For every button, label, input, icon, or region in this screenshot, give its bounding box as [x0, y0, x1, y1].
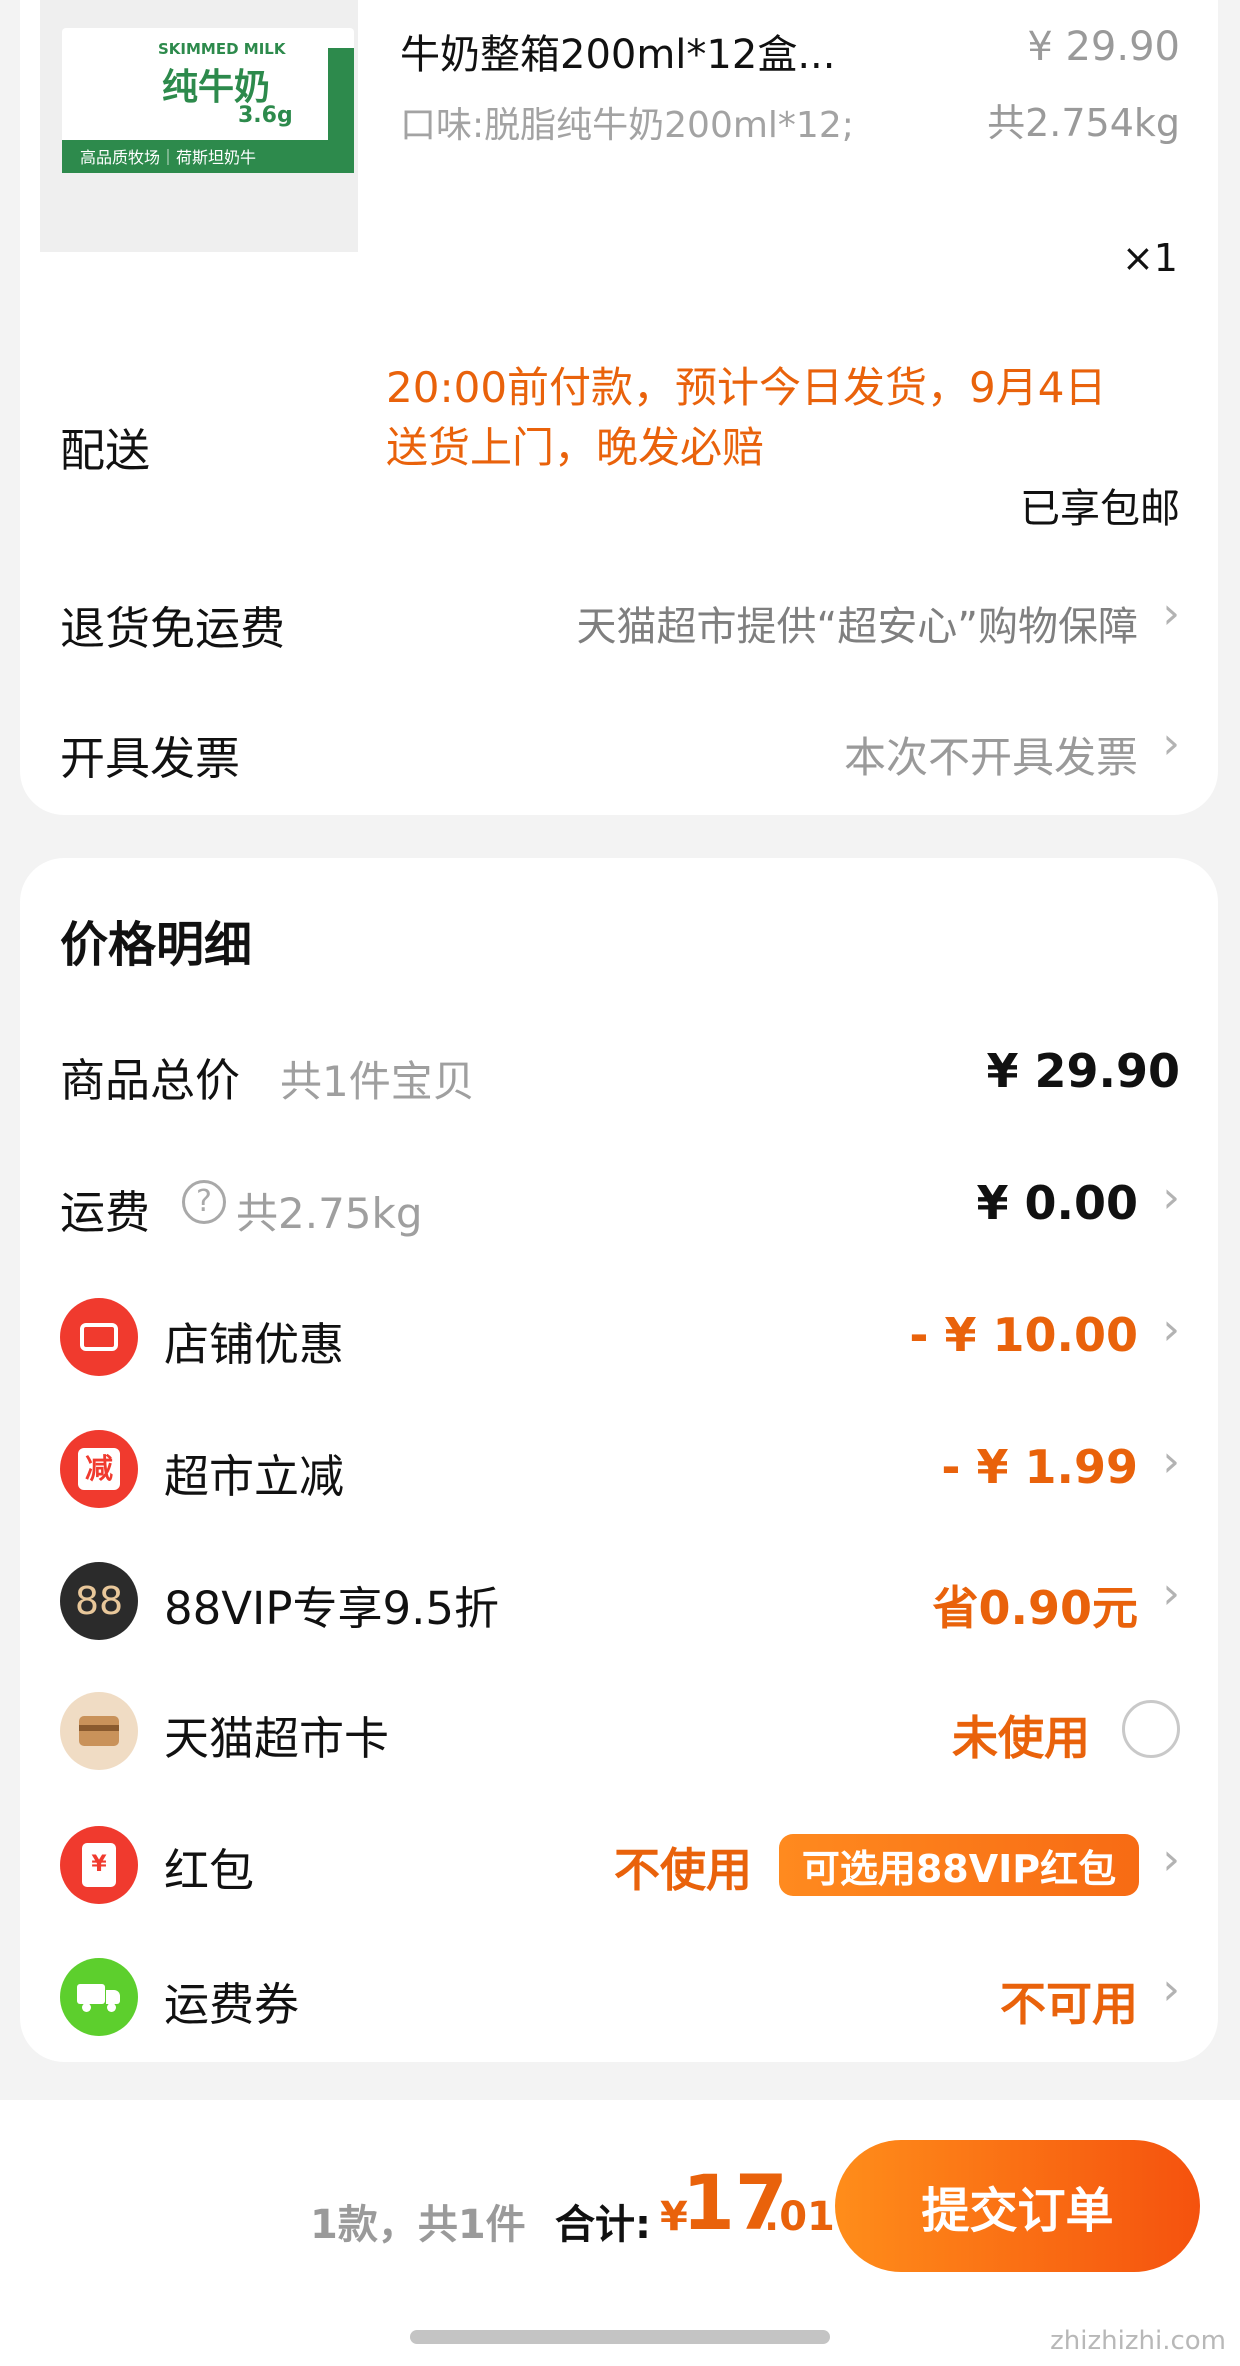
red-packet-icon: ¥: [60, 1826, 138, 1904]
delivery-label: 配送: [60, 424, 151, 477]
market-card-value: 未使用: [952, 1711, 1090, 1765]
freight-coupon-label: 运费券: [164, 1978, 300, 2031]
chevron-right-icon: ›: [1162, 588, 1180, 639]
goods-total-label: 商品总价: [60, 1054, 241, 1107]
chevron-right-icon: ›: [1162, 718, 1180, 769]
coupon-ticket-icon: [60, 1298, 138, 1376]
vip-red-packet-badge[interactable]: 可选用88VIP红包: [779, 1834, 1139, 1896]
invoice-label: 开具发票: [60, 732, 241, 785]
product-weight: 共2.754kg: [987, 101, 1180, 145]
red-packet-value: 不使用: [614, 1843, 752, 1897]
chevron-right-icon: ›: [1162, 1172, 1180, 1223]
goods-total-value: ¥ 29.90: [986, 1044, 1180, 1098]
freight-coupon-value: 不可用: [1000, 1977, 1138, 2031]
milk-box-image: SKIMMED MILK 纯牛奶 3.6g 高品质牧场｜荷斯坦奶牛: [62, 28, 354, 173]
shipping-weight: 共2.75kg: [236, 1189, 423, 1238]
goods-total-count: 共1件宝贝: [280, 1057, 475, 1106]
total-decimal: .01: [764, 2194, 835, 2240]
store-discount-label: 店铺优惠: [164, 1318, 345, 1371]
market-cut-label: 超市立减: [164, 1450, 345, 1503]
product-thumbnail[interactable]: SKIMMED MILK 纯牛奶 3.6g 高品质牧场｜荷斯坦奶牛: [40, 0, 358, 252]
truck-icon: [60, 1958, 138, 2036]
reduce-icon: 减: [60, 1430, 138, 1508]
invoice-value: 本次不开具发票: [843, 733, 1138, 782]
total-label: 合计:: [555, 2202, 651, 2248]
chevron-right-icon: ›: [1162, 1834, 1180, 1885]
product-title[interactable]: 牛奶整箱200ml*12盒...: [400, 22, 835, 80]
chevron-right-icon: ›: [1162, 1304, 1180, 1355]
return-freight-value: 天猫超市提供“超安心”购物保障: [576, 604, 1138, 650]
price-detail-title: 价格明细: [60, 917, 253, 973]
vip-discount-label: 88VIP专享9.5折: [164, 1582, 500, 1635]
market-cut-value: - ¥ 1.99: [941, 1440, 1138, 1494]
watermark-text: zhizhizhi.com: [1050, 2326, 1226, 2356]
help-icon[interactable]: ?: [182, 1180, 226, 1224]
submit-order-button[interactable]: 提交订单: [835, 2140, 1200, 2272]
vip-discount-value: 省0.90元: [932, 1581, 1139, 1635]
chevron-right-icon: ›: [1162, 1568, 1180, 1619]
store-discount-value: - ¥ 10.00: [909, 1308, 1138, 1362]
home-indicator[interactable]: [410, 2330, 830, 2344]
market-card-icon: [60, 1692, 138, 1770]
item-count: 1款，共1件: [310, 2202, 526, 2248]
delivery-estimate-line1: 20:00前付款，预计今日发货，9月4日: [386, 363, 1107, 412]
chevron-right-icon: ›: [1162, 1964, 1180, 2015]
product-quantity: ×1: [1121, 236, 1178, 280]
red-packet-label: 红包: [164, 1844, 255, 1897]
delivery-estimate-line2: 送货上门，晚发必赔: [386, 423, 765, 472]
return-freight-label: 退货免运费: [60, 602, 286, 655]
shipping-fee-value: ¥ 0.00: [976, 1176, 1138, 1230]
chevron-right-icon: ›: [1162, 1436, 1180, 1487]
market-card-radio[interactable]: [1122, 1700, 1180, 1758]
product-price: ¥ 29.90: [1027, 24, 1180, 70]
product-sku[interactable]: 口味:脱脂纯牛奶200ml*12;: [400, 96, 854, 148]
vip-88-icon: 88: [60, 1562, 138, 1640]
shipping-fee-label: 运费: [60, 1186, 151, 1239]
market-card-label: 天猫超市卡: [164, 1712, 390, 1765]
free-shipping-text: 已享包邮: [1020, 486, 1180, 532]
